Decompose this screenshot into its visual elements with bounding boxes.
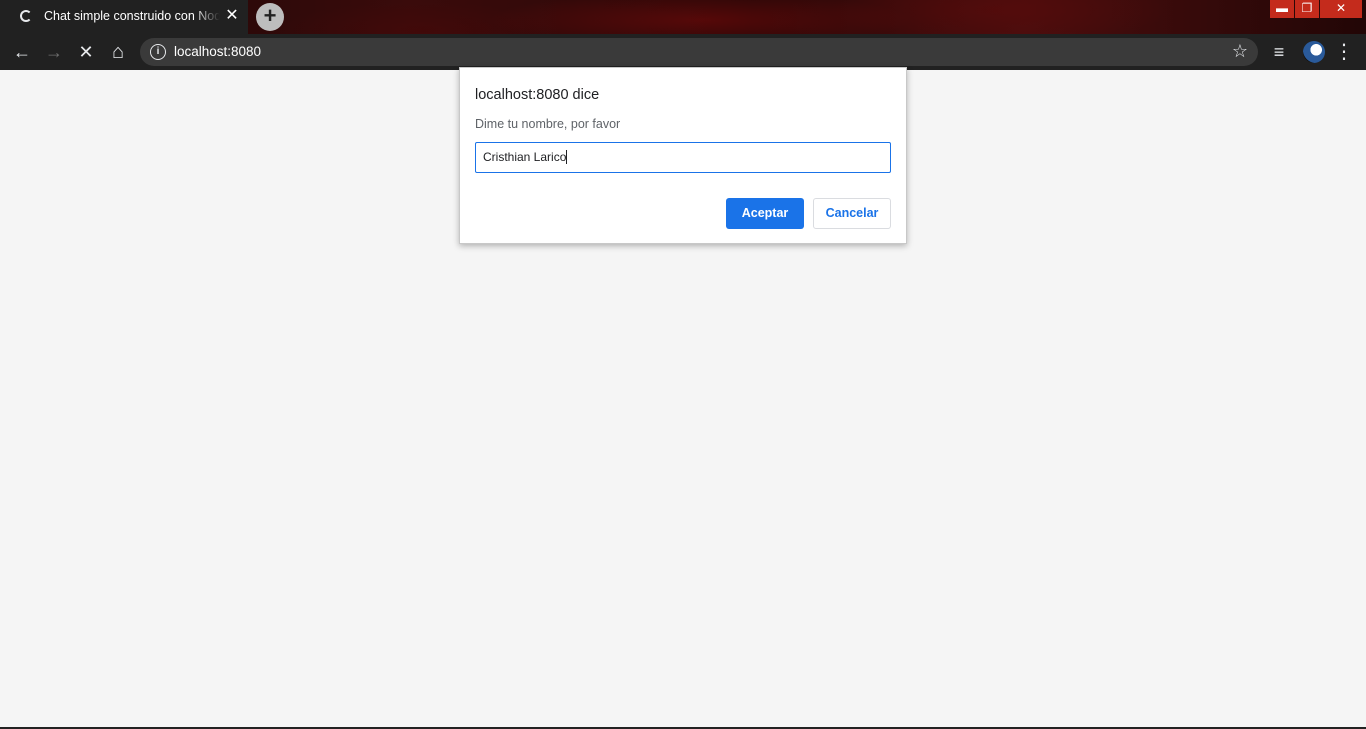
profile-avatar[interactable] (1303, 41, 1325, 63)
accept-button[interactable]: Aceptar (726, 198, 804, 229)
prompt-dialog: localhost:8080 dice Dime tu nombre, por … (459, 67, 907, 244)
text-caret (566, 150, 568, 164)
name-input[interactable]: Cristhian Larico (475, 142, 891, 173)
tab-active[interactable]: Chat simple construido con Node ✕ (0, 0, 248, 34)
browser-toolbar: ← → ✕ ⌂ i localhost:8080 ☆ ≡ ⋮ (0, 34, 1366, 70)
tab-strip: Chat simple construido con Node ✕ + ▬ ❐ … (0, 0, 1366, 34)
minimize-button[interactable]: ▬ (1270, 0, 1294, 18)
tab-title: Chat simple construido con Node (44, 9, 220, 23)
back-icon[interactable]: ← (10, 40, 34, 64)
browser-window: Chat simple construido con Node ✕ + ▬ ❐ … (0, 0, 1366, 729)
media-controls-icon[interactable]: ≡ (1267, 40, 1291, 64)
site-info-icon[interactable]: i (150, 44, 166, 60)
forward-icon[interactable]: → (42, 40, 66, 64)
maximize-button[interactable]: ❐ (1295, 0, 1319, 18)
loading-spinner-icon (20, 10, 32, 22)
new-tab-button[interactable]: + (256, 3, 284, 31)
bookmark-star-icon[interactable]: ☆ (1232, 41, 1248, 62)
dialog-title: localhost:8080 dice (475, 87, 600, 103)
address-bar[interactable]: i localhost:8080 ☆ (140, 38, 1258, 66)
tab-close-icon[interactable]: ✕ (225, 8, 239, 24)
url-text[interactable]: localhost:8080 (174, 44, 261, 59)
cancel-button[interactable]: Cancelar (813, 198, 891, 229)
home-icon[interactable]: ⌂ (106, 40, 130, 64)
dialog-message: Dime tu nombre, por favor (475, 117, 621, 131)
browser-chrome: Chat simple construido con Node ✕ + ▬ ❐ … (0, 0, 1366, 70)
name-input-value: Cristhian Larico (483, 150, 567, 164)
stop-icon[interactable]: ✕ (74, 40, 98, 64)
window-close-button[interactable]: ✕ (1320, 0, 1362, 18)
menu-icon[interactable]: ⋮ (1332, 40, 1356, 64)
